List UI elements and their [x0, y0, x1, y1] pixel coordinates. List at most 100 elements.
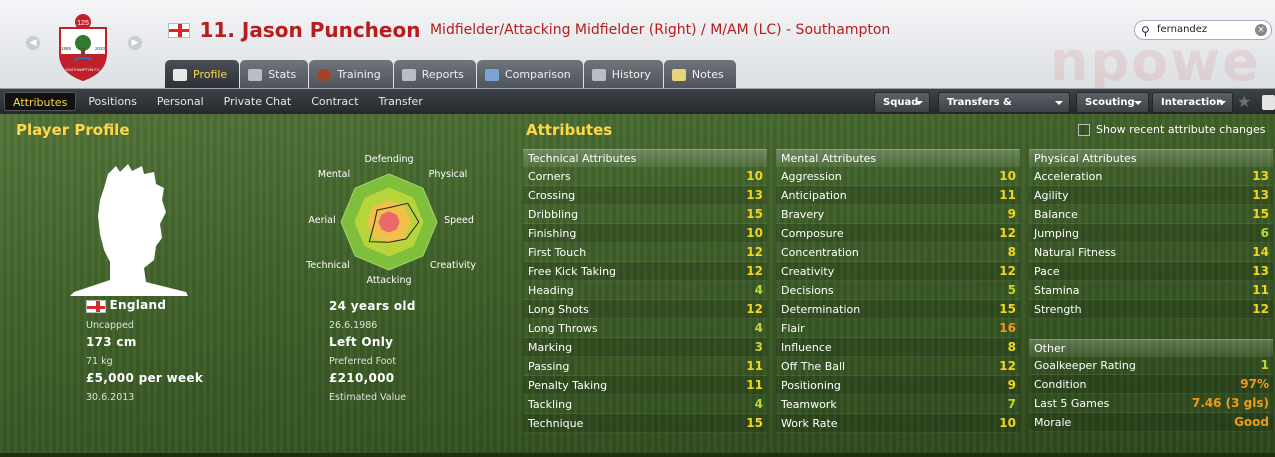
- player-header: npowe ◀ ▶ 125 1885 2010 SOUTHAMPTON F.C.…: [0, 0, 1275, 89]
- attribute-value: 13: [1252, 169, 1269, 183]
- attribute-value: 11: [746, 378, 763, 392]
- attribute-row: Influence 8: [776, 338, 1020, 357]
- value-info: £210,000: [329, 371, 395, 385]
- attribute-row: Stamina 11: [1029, 281, 1273, 300]
- tab-notes[interactable]: Notes: [663, 60, 736, 88]
- attribute-row: Tackling 4: [523, 395, 767, 414]
- attribute-name: Balance: [1034, 208, 1078, 221]
- attribute-value: 10: [746, 226, 763, 240]
- attribute-row: Technique 15: [523, 414, 767, 433]
- attribute-value: 9: [1007, 378, 1016, 392]
- favourite-star-icon[interactable]: ★: [1237, 92, 1251, 111]
- attribute-row: Heading 4: [523, 281, 767, 300]
- attribute-name: Dribbling: [528, 208, 579, 221]
- attribute-name: Strength: [1034, 303, 1082, 316]
- attribute-value: 8: [1007, 245, 1016, 259]
- attribute-row: First Touch 12: [523, 243, 767, 262]
- attribute-name: Marking: [528, 341, 573, 354]
- attribute-value: 12: [1252, 302, 1269, 316]
- svg-text:2010: 2010: [95, 46, 106, 51]
- attribute-row: Dribbling 15: [523, 205, 767, 224]
- search-input[interactable]: ⚲ fernandez ×: [1134, 20, 1272, 40]
- tab-history[interactable]: History: [583, 60, 663, 88]
- subtab-attributes[interactable]: Attributes: [4, 92, 77, 111]
- attribute-name: Influence: [781, 341, 832, 354]
- tab-training[interactable]: Training: [309, 60, 393, 88]
- attribute-value: 9: [1007, 207, 1016, 221]
- player-position: Midfielder/Attacking Midfielder (Right) …: [429, 22, 891, 38]
- attribute-row: Pace 13: [1029, 262, 1273, 281]
- attribute-value: 12: [999, 226, 1016, 240]
- attribute-row: Determination 15: [776, 300, 1020, 319]
- attribute-name: Natural Fitness: [1034, 246, 1117, 259]
- subtab-contract[interactable]: Contract: [303, 92, 366, 111]
- tab-reports[interactable]: Reports: [393, 60, 476, 88]
- player-name: 11. Jason Puncheon: [199, 18, 421, 42]
- profile-icon: [173, 68, 187, 81]
- attribute-name: Tackling: [528, 398, 573, 411]
- subtab-positions[interactable]: Positions: [80, 92, 145, 111]
- attribute-name: Long Throws: [528, 322, 598, 335]
- back-arrow-icon[interactable]: ◀: [26, 36, 40, 50]
- ball-icon: [317, 68, 332, 81]
- scouting-menu[interactable]: Scouting: [1076, 92, 1149, 113]
- attribute-value: 1: [1260, 358, 1269, 372]
- attribute-name: Decisions: [781, 284, 834, 297]
- attribute-value: 11: [999, 188, 1016, 202]
- squad-menu[interactable]: Squad: [874, 92, 930, 113]
- attribute-value: 14: [1252, 245, 1269, 259]
- svg-text:1885: 1885: [61, 46, 72, 51]
- stats-icon: [248, 68, 263, 81]
- attribute-row: Aggression 10: [776, 167, 1020, 186]
- attribute-value: 8: [1007, 340, 1016, 354]
- tab-profile[interactable]: Profile: [165, 60, 240, 88]
- attributes-title: Attributes: [526, 121, 613, 139]
- weight-info: 71 kg: [86, 356, 113, 367]
- history-icon: [591, 68, 606, 81]
- attribute-row: Corners 10: [523, 167, 767, 186]
- svg-text:125: 125: [77, 20, 89, 27]
- attribute-row: Condition 97%: [1029, 375, 1273, 394]
- notes-icon: [671, 68, 686, 81]
- attribute-name: Technique: [528, 417, 584, 430]
- attribute-row: Long Throws 4: [523, 319, 767, 338]
- attribute-value: 12: [999, 359, 1016, 373]
- radar-label-aerial: Aerial: [308, 215, 335, 226]
- attribute-name: Composure: [781, 227, 844, 240]
- notes-menu-icon[interactable]: [1262, 95, 1275, 110]
- attribute-row: Agility 13: [1029, 186, 1273, 205]
- transfers-contracts-menu[interactable]: Transfers & Contracts: [938, 92, 1070, 127]
- attribute-row: Crossing 13: [523, 186, 767, 205]
- clear-search-icon[interactable]: ×: [1255, 24, 1267, 36]
- attribute-value: 15: [999, 302, 1016, 316]
- technical-attributes-header: Technical Attributes: [523, 149, 767, 167]
- attribute-name: Penalty Taking: [528, 379, 608, 392]
- tab-stats[interactable]: Stats: [240, 60, 309, 88]
- interaction-menu[interactable]: Interaction: [1152, 92, 1233, 113]
- attribute-name: Last 5 Games: [1034, 397, 1110, 410]
- show-recent-changes-label: Show recent attribute changes: [1096, 123, 1266, 136]
- attribute-row: Decisions 5: [776, 281, 1020, 300]
- subtab-transfer[interactable]: Transfer: [371, 92, 431, 111]
- forward-arrow-icon[interactable]: ▶: [128, 36, 142, 50]
- subtab-private-chat[interactable]: Private Chat: [216, 92, 300, 111]
- attribute-name: Goalkeeper Rating: [1034, 359, 1136, 372]
- attribute-row: Flair 16: [776, 319, 1020, 338]
- attribute-name: Finishing: [528, 227, 577, 240]
- attribute-value: 12: [746, 264, 763, 278]
- comparison-icon: [484, 68, 499, 81]
- attribute-row: Acceleration 13: [1029, 167, 1273, 186]
- caps-info: Uncapped: [86, 320, 134, 331]
- other-header: Other: [1029, 339, 1273, 357]
- search-value: fernandez: [1157, 24, 1208, 35]
- attribute-name: Bravery: [781, 208, 825, 221]
- show-recent-changes-checkbox[interactable]: [1078, 124, 1090, 136]
- subtab-personal[interactable]: Personal: [149, 92, 212, 111]
- attribute-row: Last 5 Games 7.46 (3 gls): [1029, 394, 1273, 413]
- attribute-value: 11: [746, 359, 763, 373]
- tab-comparison[interactable]: Comparison: [476, 60, 583, 88]
- mental-attributes-header: Mental Attributes: [776, 149, 1020, 167]
- attribute-value: 13: [1252, 188, 1269, 202]
- attribute-row: Goalkeeper Rating 1: [1029, 356, 1273, 375]
- player-title: 11. Jason Puncheon Midfielder/Attacking …: [168, 18, 890, 42]
